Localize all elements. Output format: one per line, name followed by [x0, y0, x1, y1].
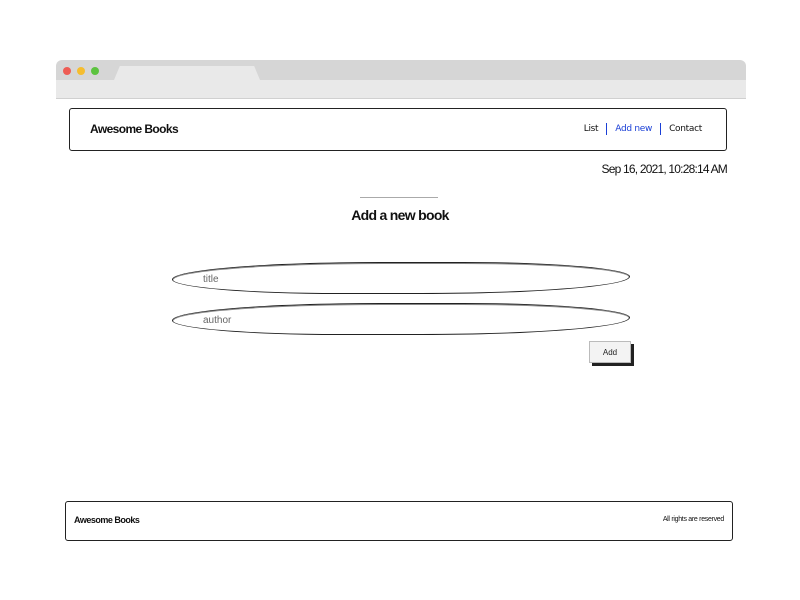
current-datetime: Sep 16, 2021, 10:28:14 AM [601, 162, 728, 176]
browser-tab[interactable] [114, 66, 260, 80]
nav-link-contact[interactable]: Contact [669, 124, 702, 134]
section-divider [360, 197, 438, 198]
nav-link-add-new[interactable]: Add new [615, 124, 652, 134]
browser-titlebar [56, 60, 746, 80]
add-book-button[interactable]: Add [589, 341, 631, 363]
footer-brand: Awesome Books [74, 515, 140, 525]
nav-divider [660, 123, 662, 135]
author-field[interactable] [172, 303, 630, 335]
main-nav: List Add new Contact [584, 123, 702, 135]
site-footer: Awesome Books All rights are reserved [65, 501, 733, 541]
section-title: Add a new book [351, 207, 449, 223]
nav-divider [606, 123, 608, 135]
browser-window [56, 60, 746, 100]
browser-toolbar [56, 80, 746, 99]
title-input[interactable] [201, 269, 605, 289]
site-logo[interactable]: Awesome Books [90, 122, 179, 136]
title-field[interactable] [172, 262, 630, 294]
minimize-window-icon[interactable] [77, 67, 85, 75]
nav-link-list[interactable]: List [584, 124, 599, 134]
site-header: Awesome Books List Add new Contact [69, 108, 727, 151]
close-window-icon[interactable] [63, 67, 71, 75]
author-input[interactable] [201, 310, 605, 330]
footer-copyright: All rights are reserved [662, 516, 724, 523]
maximize-window-icon[interactable] [91, 67, 99, 75]
